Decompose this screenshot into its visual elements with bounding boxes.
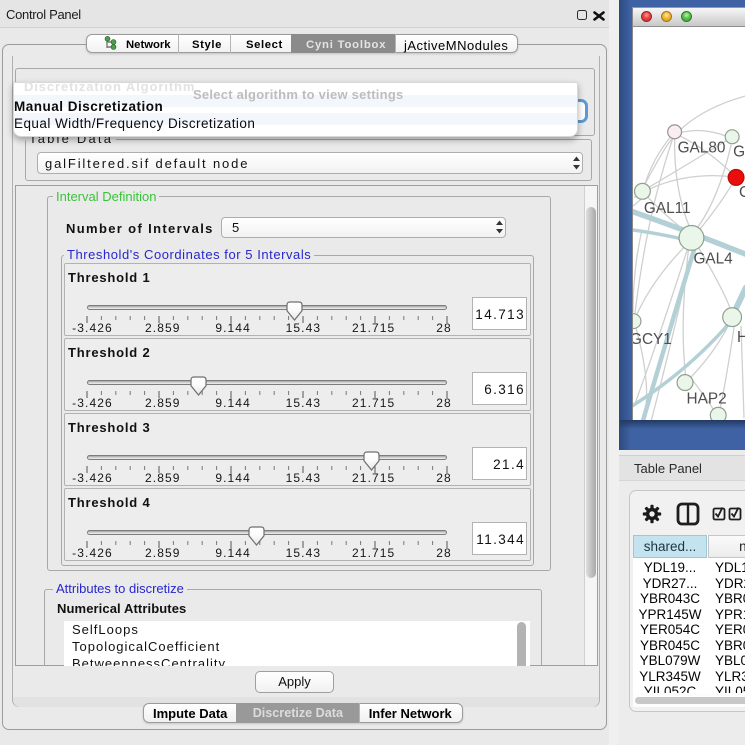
svg-text:C: C xyxy=(739,184,745,201)
svg-text:GA: GA xyxy=(733,144,745,161)
svg-text:GAL80: GAL80 xyxy=(678,140,726,157)
svg-text:HAP2: HAP2 xyxy=(687,390,727,407)
svg-text:GAL11: GAL11 xyxy=(644,200,691,217)
svg-text:GAL4: GAL4 xyxy=(693,251,733,268)
svg-text:GCY1: GCY1 xyxy=(632,331,672,348)
svg-text:H: H xyxy=(737,329,745,346)
